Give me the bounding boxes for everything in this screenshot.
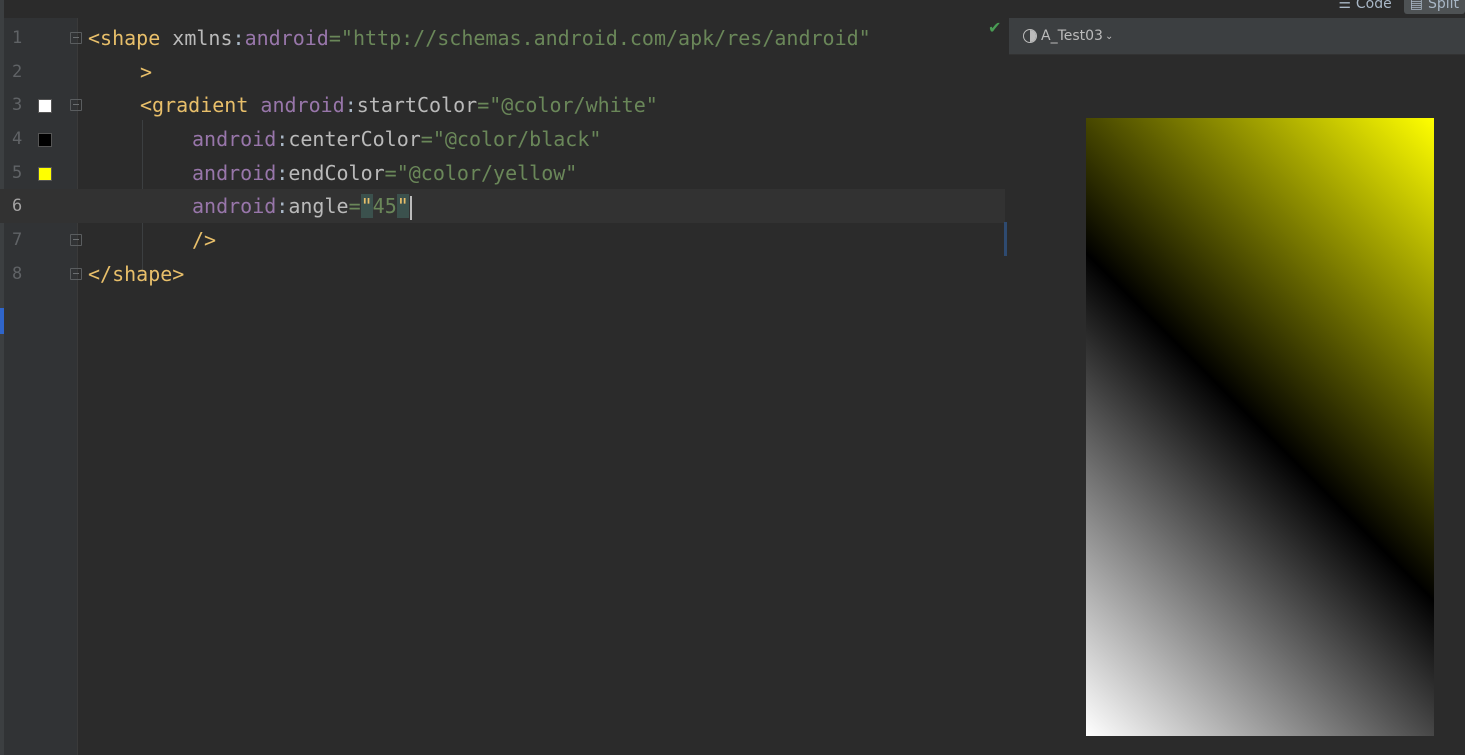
theme-icon xyxy=(1023,29,1037,43)
tag-token: </shape> xyxy=(88,262,185,286)
text-caret xyxy=(409,195,412,220)
value-token: 45 xyxy=(372,194,397,218)
attr-ns-token: android xyxy=(260,93,345,117)
code-text[interactable]: android:endColor="@color/yellow" xyxy=(192,156,577,190)
attr-ns-token: android xyxy=(244,26,329,50)
code-text[interactable]: > xyxy=(140,55,152,89)
code-text[interactable]: <shape xmlns:android="http://schemas.and… xyxy=(88,21,871,55)
tag-token: > xyxy=(140,60,153,84)
code-line-7[interactable]: 7 /> xyxy=(0,223,1005,257)
view-mode-switcher: ☰ Code ▤ Split xyxy=(1332,0,1465,14)
attr-ns-token: android xyxy=(192,194,277,218)
attr-token: startColor xyxy=(356,93,478,117)
attr-token: xmlns xyxy=(172,26,233,50)
color-swatch-white[interactable] xyxy=(38,99,52,113)
design-preview-panel: A_Test03 ⌄ xyxy=(1008,18,1465,755)
code-line-2[interactable]: 2 > xyxy=(0,55,1005,89)
split-mode-label: Split xyxy=(1427,0,1459,12)
punct-token: : xyxy=(344,93,357,117)
code-text[interactable]: /> xyxy=(192,223,216,257)
code-mode-label: Code xyxy=(1355,0,1392,12)
punct-token: : xyxy=(276,161,289,185)
gradient-preview xyxy=(1086,118,1434,736)
code-line-3[interactable]: 3 <gradient android:startColor="@color/w… xyxy=(0,88,1005,122)
quote-token: " xyxy=(396,194,409,218)
code-text[interactable]: android:centerColor="@color/black" xyxy=(192,122,601,156)
color-swatch-yellow[interactable] xyxy=(38,167,52,181)
code-line-6[interactable]: 6 android:angle="45" xyxy=(0,189,1005,223)
code-text[interactable]: android:angle="45" xyxy=(192,189,412,223)
tag-token: /> xyxy=(192,228,217,252)
fold-marker-icon[interactable] xyxy=(70,268,82,280)
attr-ns-token: android xyxy=(192,127,277,151)
preview-canvas[interactable] xyxy=(1009,55,1465,755)
line-number: 1 xyxy=(12,28,23,48)
attr-token: centerColor xyxy=(288,127,421,151)
code-mode-button[interactable]: ☰ Code xyxy=(1332,0,1397,14)
punct-token: : xyxy=(276,194,289,218)
punct-token: : xyxy=(276,127,289,151)
split-mode-button[interactable]: ▤ Split xyxy=(1403,0,1465,14)
eq-token: = xyxy=(420,127,433,151)
value-token: "@color/white" xyxy=(489,93,658,117)
fold-marker-icon[interactable] xyxy=(70,234,82,246)
chevron-down-icon[interactable]: ⌄ xyxy=(1105,31,1113,42)
eq-token: = xyxy=(348,194,361,218)
preview-toolbar: A_Test03 ⌄ xyxy=(1009,18,1465,55)
line-number: 2 xyxy=(12,62,23,82)
line-number: 3 xyxy=(12,95,23,115)
line-number: 4 xyxy=(12,129,23,149)
line-number: 6 xyxy=(12,196,23,216)
value-token: "@color/black" xyxy=(432,127,602,151)
code-line-4[interactable]: 4 android:centerColor="@color/black" xyxy=(0,122,1005,156)
color-swatch-black[interactable] xyxy=(38,133,52,147)
scrollbar-marker xyxy=(1004,222,1007,256)
line-number: 5 xyxy=(12,163,23,183)
code-line-5[interactable]: 5 android:endColor="@color/yellow" xyxy=(0,156,1005,190)
punct-token: : xyxy=(232,26,245,50)
attr-token: angle xyxy=(288,194,349,218)
code-line-1[interactable]: 1 <shape xmlns:android="http://schemas.a… xyxy=(0,21,1005,55)
tag-token: <gradient xyxy=(140,93,249,117)
top-toolbar: ☰ Code ▤ Split xyxy=(0,0,1465,18)
fold-marker-icon[interactable] xyxy=(70,99,82,111)
code-line-8[interactable]: 8 </shape> xyxy=(0,257,1005,291)
fold-marker-icon[interactable] xyxy=(70,32,82,44)
attr-ns-token: android xyxy=(192,161,277,185)
eq-token: = xyxy=(328,26,341,50)
menu-icon: ☰ xyxy=(1338,0,1351,12)
tag-token: <shape xyxy=(88,26,161,50)
value-token: "@color/yellow" xyxy=(396,161,578,185)
code-text[interactable]: </shape> xyxy=(88,257,184,291)
line-number: 8 xyxy=(12,264,23,284)
split-icon: ▤ xyxy=(1409,0,1423,12)
value-token: "http://schemas.android.com/apk/res/andr… xyxy=(340,26,871,50)
quote-token: " xyxy=(360,194,373,218)
eq-token: = xyxy=(384,161,397,185)
line-number: 7 xyxy=(12,230,23,250)
attr-token: endColor xyxy=(288,161,385,185)
no-problems-check-icon[interactable]: ✔ xyxy=(988,18,1001,37)
eq-token: = xyxy=(477,93,490,117)
theme-selector[interactable]: A_Test03 xyxy=(1041,28,1103,44)
code-text[interactable]: <gradient android:startColor="@color/whi… xyxy=(140,88,658,122)
